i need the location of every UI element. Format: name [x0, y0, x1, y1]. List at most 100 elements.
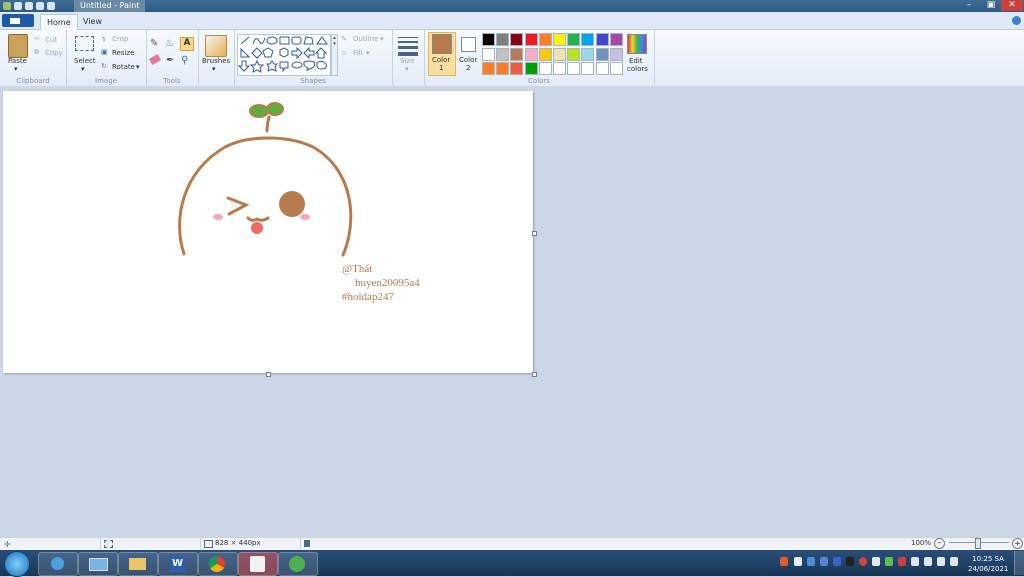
palette-swatch[interactable] [553, 62, 566, 75]
palette-swatch[interactable] [524, 33, 538, 46]
taskbar-paint-button[interactable] [238, 552, 278, 576]
drawing-canvas[interactable]: @Thất huyen20095a4 #hoidap247 [3, 91, 533, 373]
palette-swatch[interactable] [609, 62, 623, 75]
network-icon[interactable] [924, 557, 932, 566]
sprout-leaf-right [266, 102, 284, 116]
edit-colors-button[interactable]: Edit [629, 57, 643, 65]
tray-icon-7[interactable] [859, 557, 867, 566]
size-button[interactable]: Size [400, 57, 414, 65]
taskbar-word-button[interactable]: W [158, 552, 198, 576]
tray-icon-9[interactable] [885, 557, 893, 566]
taskbar-app-button[interactable] [278, 552, 318, 576]
palette-swatch[interactable] [496, 33, 510, 46]
palette-swatch[interactable] [538, 47, 552, 61]
palette-swatch[interactable] [581, 33, 595, 46]
volume-icon[interactable] [937, 557, 945, 566]
text-tool-icon[interactable]: A [180, 37, 194, 51]
palette-swatch[interactable] [538, 62, 552, 75]
tray-icon-6[interactable] [846, 557, 854, 566]
window-title: Untitled - Paint [74, 0, 146, 12]
minimize-button[interactable]: – [958, 0, 980, 11]
palette-swatch[interactable] [595, 47, 609, 61]
paste-icon[interactable] [8, 34, 28, 58]
color-picker-icon[interactable]: ✒ [166, 55, 174, 66]
palette-swatch[interactable] [553, 33, 566, 46]
zoom-slider-thumb[interactable] [975, 538, 981, 549]
close-button[interactable]: ✕ [1001, 0, 1023, 11]
qa-undo-icon[interactable] [25, 2, 33, 10]
shapes-scroll[interactable]: ▴ ▾ [331, 34, 338, 76]
file-menu-button[interactable] [2, 14, 34, 27]
paste-button[interactable]: Paste [8, 57, 27, 65]
canvas-resize-handle-corner[interactable] [532, 372, 537, 377]
fill-button[interactable]: Fill [353, 49, 362, 57]
palette-swatch[interactable] [482, 62, 495, 75]
select-icon[interactable] [75, 36, 94, 51]
resize-button[interactable]: Resize [112, 49, 134, 57]
tab-home[interactable]: Home [40, 14, 78, 30]
copy-button[interactable]: Copy [45, 49, 63, 57]
show-desktop-button[interactable] [1014, 551, 1024, 575]
palette-swatch[interactable] [496, 62, 510, 75]
brushes-icon[interactable] [205, 35, 227, 57]
fill-bucket-icon[interactable]: ♨ [165, 38, 177, 49]
palette-swatch[interactable] [595, 62, 609, 75]
maximize-button[interactable]: ▣ [980, 0, 1002, 11]
edit-colors-button-line2[interactable]: colors [627, 65, 648, 73]
palette-swatch[interactable] [482, 47, 495, 61]
shapes-gallery[interactable] [237, 34, 331, 76]
cut-button[interactable]: Cut [45, 36, 57, 44]
zoom-in-button[interactable]: + [1012, 538, 1023, 549]
taskbar-chrome-button[interactable] [198, 552, 238, 576]
color2-swatch[interactable] [461, 37, 476, 52]
rotate-button[interactable]: Rotate [112, 63, 135, 71]
palette-swatch[interactable] [482, 33, 495, 46]
palette-swatch[interactable] [581, 62, 595, 75]
magnifier-icon[interactable]: ⚲ [181, 55, 188, 66]
qa-menu-icon[interactable] [47, 2, 55, 10]
palette-swatch[interactable] [510, 47, 524, 61]
palette-swatch[interactable] [496, 47, 510, 61]
palette-swatch[interactable] [553, 47, 566, 61]
palette-swatch[interactable] [567, 47, 581, 61]
palette-swatch[interactable] [567, 62, 581, 75]
flag-icon[interactable] [872, 557, 880, 566]
palette-swatch[interactable] [609, 47, 623, 61]
tray-icon-1[interactable] [780, 557, 788, 566]
canvas-resize-handle-bottom[interactable] [266, 372, 271, 377]
pencil-icon[interactable]: ✎ [150, 38, 162, 49]
help-icon[interactable] [1012, 16, 1021, 25]
start-button[interactable] [4, 551, 30, 577]
taskbar-explorer-button[interactable] [118, 552, 158, 576]
tray-icon-4[interactable] [820, 557, 828, 566]
tray-icon-10[interactable] [898, 557, 906, 566]
outline-button[interactable]: Outline [353, 35, 378, 43]
palette-swatch[interactable] [524, 62, 538, 75]
canvas-resize-handle-right[interactable] [532, 231, 537, 236]
palette-swatch[interactable] [581, 47, 595, 61]
edit-colors-icon[interactable] [627, 34, 647, 54]
tray-icon-3[interactable] [807, 557, 815, 566]
qa-redo-icon[interactable] [36, 2, 44, 10]
tray-icon-5[interactable] [833, 557, 841, 566]
palette-swatch[interactable] [524, 47, 538, 61]
palette-swatch[interactable] [595, 33, 609, 46]
brushes-button[interactable]: Brushes [202, 57, 230, 65]
palette-swatch[interactable] [609, 33, 623, 46]
language-icon[interactable] [950, 557, 958, 566]
palette-swatch[interactable] [510, 33, 524, 46]
size-icon[interactable] [398, 37, 418, 56]
select-button[interactable]: Select [74, 57, 96, 65]
taskbar-ie-button[interactable] [38, 552, 78, 576]
tray-icon-2[interactable] [794, 557, 802, 566]
tab-view[interactable]: View [77, 14, 108, 29]
zoom-out-button[interactable]: – [934, 538, 945, 549]
crop-button[interactable]: Crop [112, 35, 128, 43]
palette-swatch[interactable] [510, 62, 524, 75]
palette-swatch[interactable] [567, 33, 581, 46]
qa-save-icon[interactable] [14, 2, 22, 10]
clock[interactable]: 10:25 SA 24/06/2021 [968, 554, 1008, 574]
palette-swatch[interactable] [538, 33, 552, 46]
taskbar-computer-button[interactable] [78, 552, 118, 576]
tray-icon-11[interactable] [911, 557, 919, 566]
